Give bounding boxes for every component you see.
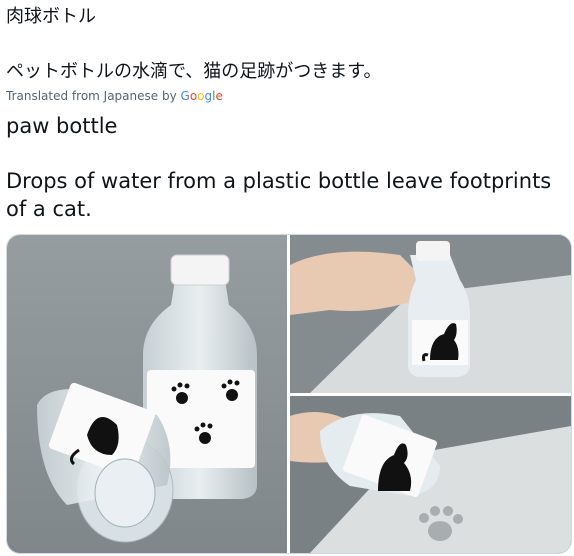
two-bottles-photo[interactable] bbox=[7, 235, 287, 553]
translated-title: paw bottle bbox=[6, 114, 118, 138]
google-logo: Google bbox=[181, 89, 223, 103]
google-logo-o2: o bbox=[197, 89, 205, 103]
original-body: ペットボトルの水滴で、猫の足跡がつきます。 bbox=[6, 61, 382, 82]
paw-print-on-paper-illustration bbox=[290, 396, 571, 553]
two-bottles-illustration bbox=[7, 235, 287, 553]
hand-holding-bottle-illustration bbox=[290, 235, 571, 393]
media-grid bbox=[6, 234, 572, 554]
original-title: 肉球ボトル bbox=[6, 6, 96, 27]
google-logo-g2: g bbox=[204, 89, 213, 103]
hand-holding-bottle-photo[interactable] bbox=[290, 235, 571, 393]
google-logo-e: e bbox=[215, 89, 223, 103]
paw-print-on-paper-photo[interactable] bbox=[290, 396, 571, 553]
translation-label: Translated from Japanese by bbox=[6, 89, 177, 103]
translation-attribution[interactable]: Translated from Japanese by Google bbox=[6, 88, 223, 104]
translated-body: Drops of water from a plastic bottle lea… bbox=[6, 169, 552, 221]
google-logo-g: G bbox=[180, 89, 190, 103]
